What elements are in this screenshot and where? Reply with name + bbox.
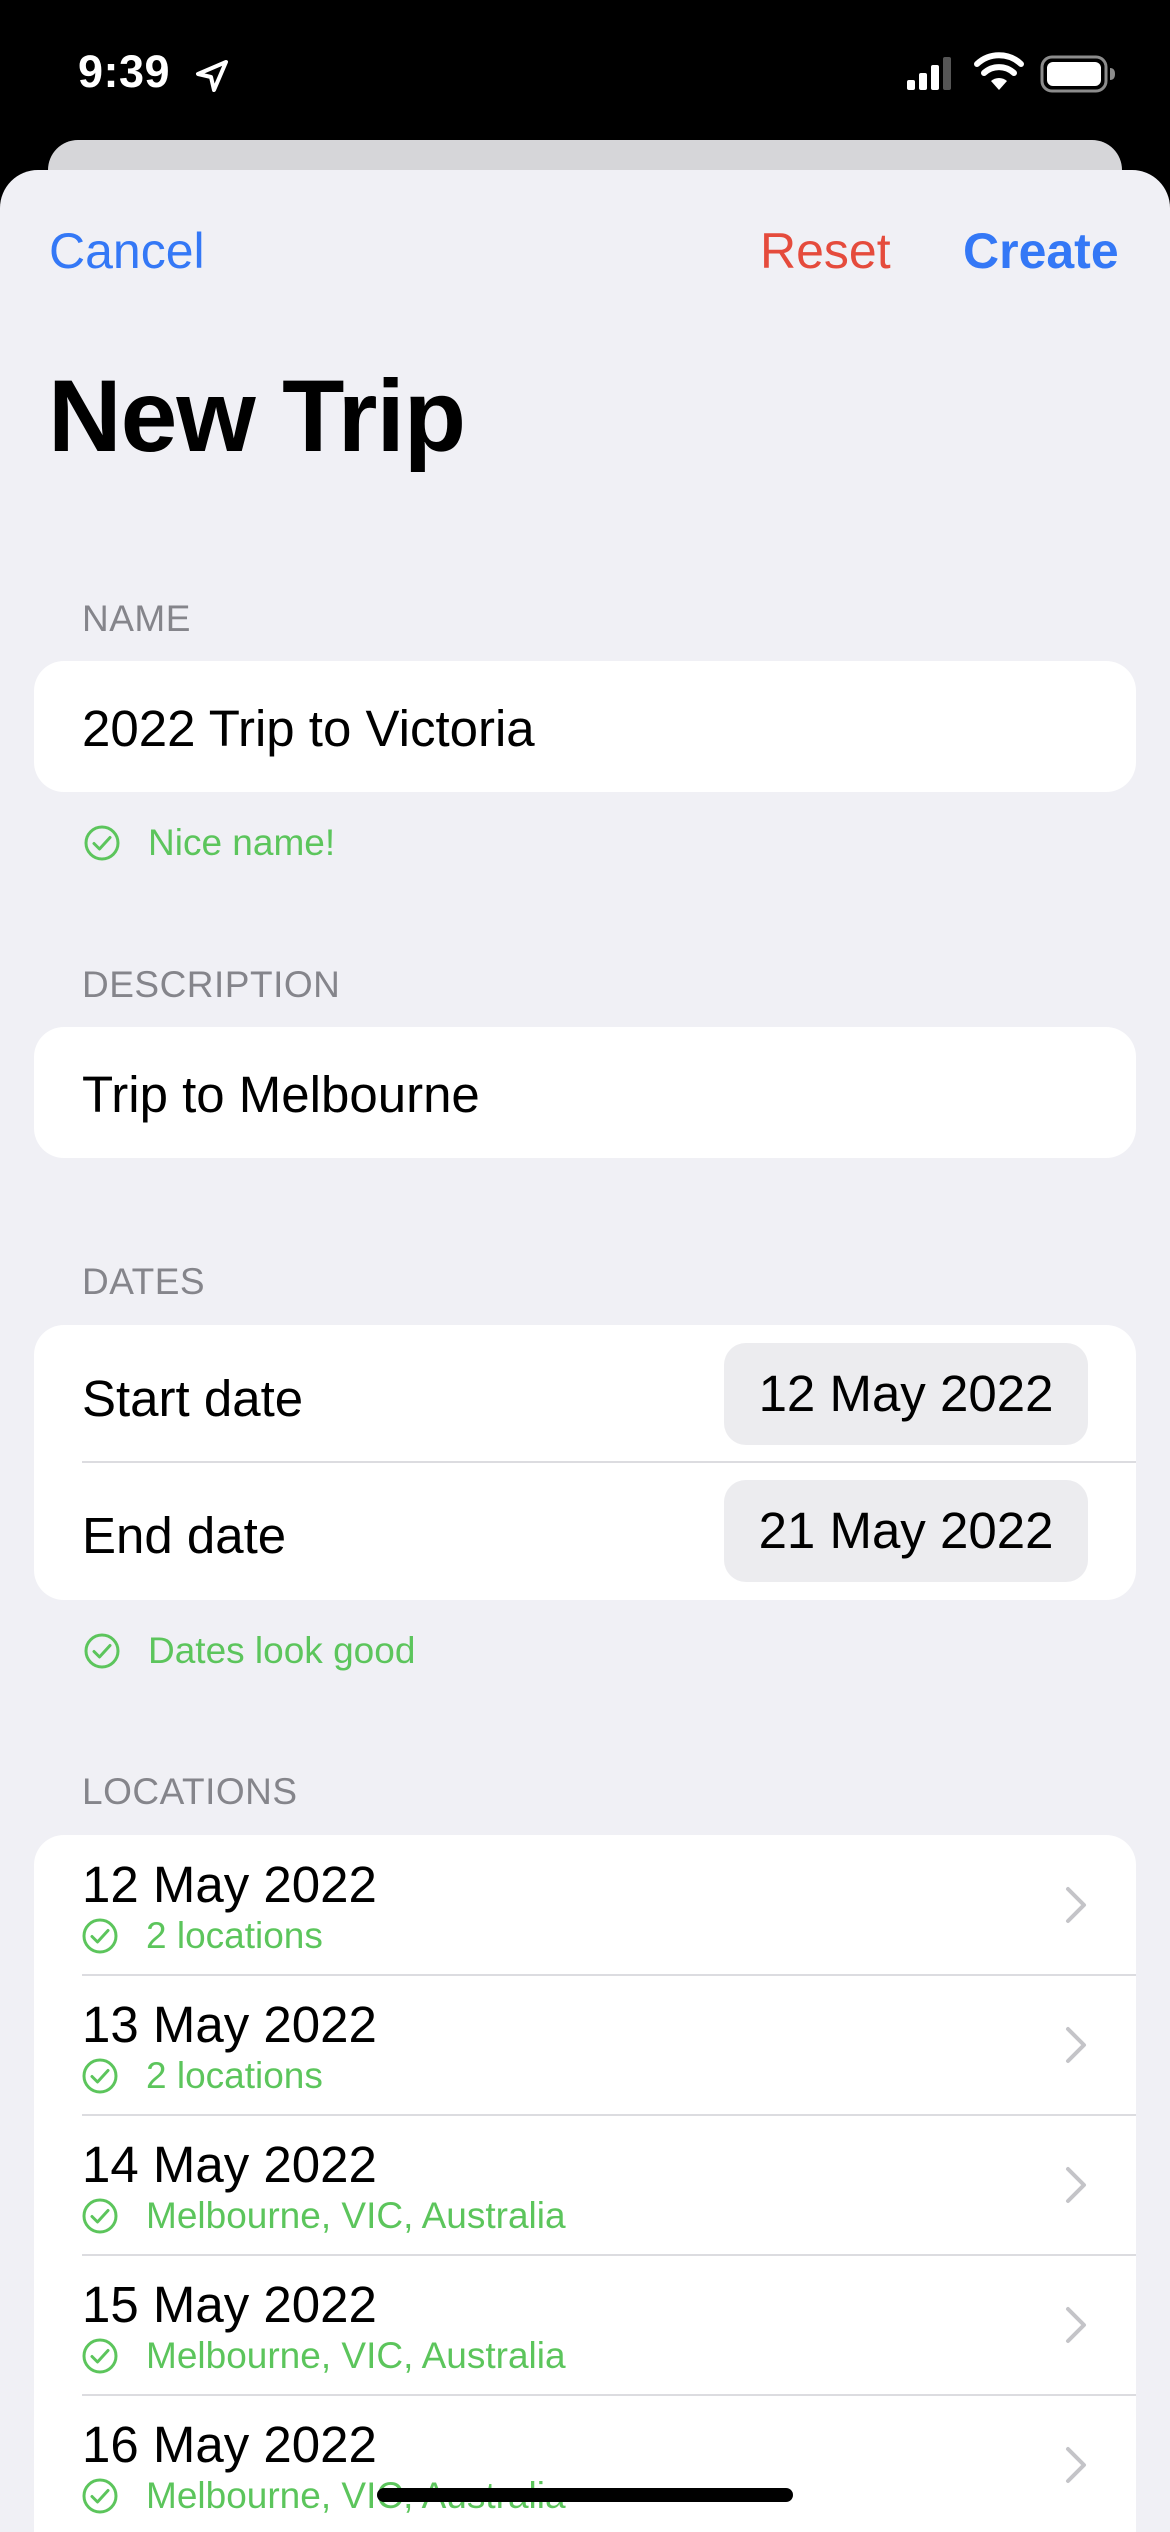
dates-card: Start date 12 May 2022 End date 21 May 2… <box>34 1325 1136 1600</box>
location-day-detail-text: 2 locations <box>146 2055 323 2096</box>
description-section-header: DESCRIPTION <box>82 964 341 1005</box>
location-day-date: 12 May 2022 <box>82 1856 377 1913</box>
create-button[interactable]: Create <box>963 226 1119 276</box>
location-day-date: 14 May 2022 <box>82 2136 377 2193</box>
checkmark-circle-icon <box>84 1633 120 1669</box>
checkmark-circle-icon <box>82 1918 118 1954</box>
location-day-date: 16 May 2022 <box>82 2416 377 2473</box>
location-arrow-icon <box>196 60 228 92</box>
dates-validation: Dates look good <box>84 1630 416 1671</box>
locations-card: 12 May 2022 2 locations 13 May 2022 2 lo… <box>34 1835 1136 2532</box>
location-day-row[interactable]: 12 May 2022 2 locations <box>34 1835 1136 1975</box>
name-field-value: 2022 Trip to Victoria <box>82 700 535 757</box>
cancel-button[interactable]: Cancel <box>49 226 205 276</box>
page-title: New Trip <box>48 359 466 473</box>
end-date-picker[interactable]: 21 May 2022 <box>724 1480 1088 1582</box>
start-date-row: Start date 12 May 2022 <box>34 1325 1136 1463</box>
location-day-row[interactable]: 15 May 2022 Melbourne, VIC, Australia <box>34 2255 1136 2395</box>
end-date-label: End date <box>82 1507 287 1564</box>
description-field-value: Trip to Melbourne <box>82 1066 480 1123</box>
chevron-right-icon <box>1066 2447 1086 2483</box>
checkmark-circle-icon <box>82 2478 118 2514</box>
description-field[interactable]: Trip to Melbourne <box>34 1027 1136 1158</box>
chevron-right-icon <box>1066 2167 1086 2203</box>
cellular-signal-icon <box>907 57 951 90</box>
wifi-icon <box>974 52 1024 90</box>
location-day-detail: Melbourne, VIC, Australia <box>82 2335 566 2377</box>
locations-section-header: LOCATIONS <box>82 1771 298 1812</box>
start-date-label: Start date <box>82 1370 304 1427</box>
location-day-date: 15 May 2022 <box>82 2276 377 2333</box>
location-day-date: 13 May 2022 <box>82 1996 377 2053</box>
location-day-detail-text: 2 locations <box>146 1915 323 1956</box>
location-day-row[interactable]: 13 May 2022 2 locations <box>34 1975 1136 2115</box>
checkmark-circle-icon <box>82 2338 118 2374</box>
location-day-detail-text: Melbourne, VIC, Australia <box>146 2335 566 2376</box>
checkmark-circle-icon <box>84 825 120 861</box>
dates-section-header: DATES <box>82 1261 206 1302</box>
battery-icon <box>1040 55 1115 93</box>
chevron-right-icon <box>1066 2307 1086 2343</box>
start-date-picker[interactable]: 12 May 2022 <box>724 1343 1088 1445</box>
location-day-detail: 2 locations <box>82 2055 323 2097</box>
location-day-detail: 2 locations <box>82 1915 323 1957</box>
location-day-detail-text: Melbourne, VIC, Australia <box>146 2195 566 2236</box>
name-field[interactable]: 2022 Trip to Victoria <box>34 661 1136 792</box>
name-validation-text: Nice name! <box>148 822 336 863</box>
location-day-row[interactable]: 14 May 2022 Melbourne, VIC, Australia <box>34 2115 1136 2255</box>
end-date-row: End date 21 May 2022 <box>34 1462 1136 1600</box>
name-section-header: NAME <box>82 598 191 639</box>
status-time: 9:39 <box>78 46 171 97</box>
name-validation: Nice name! <box>84 822 336 863</box>
location-day-row[interactable]: 16 May 2022 Melbourne, VIC, Australia <box>34 2395 1136 2532</box>
chevron-right-icon <box>1066 1887 1086 1923</box>
checkmark-circle-icon <box>82 2198 118 2234</box>
reset-button[interactable]: Reset <box>760 226 891 276</box>
dates-validation-text: Dates look good <box>148 1630 416 1671</box>
chevron-right-icon <box>1066 2027 1086 2063</box>
new-trip-sheet: Cancel Reset Create New Trip NAME 2022 T… <box>0 170 1170 2532</box>
home-indicator[interactable] <box>377 2488 793 2502</box>
checkmark-circle-icon <box>82 2058 118 2094</box>
location-day-detail: Melbourne, VIC, Australia <box>82 2195 566 2237</box>
status-bar: 9:39 <box>0 0 1170 140</box>
